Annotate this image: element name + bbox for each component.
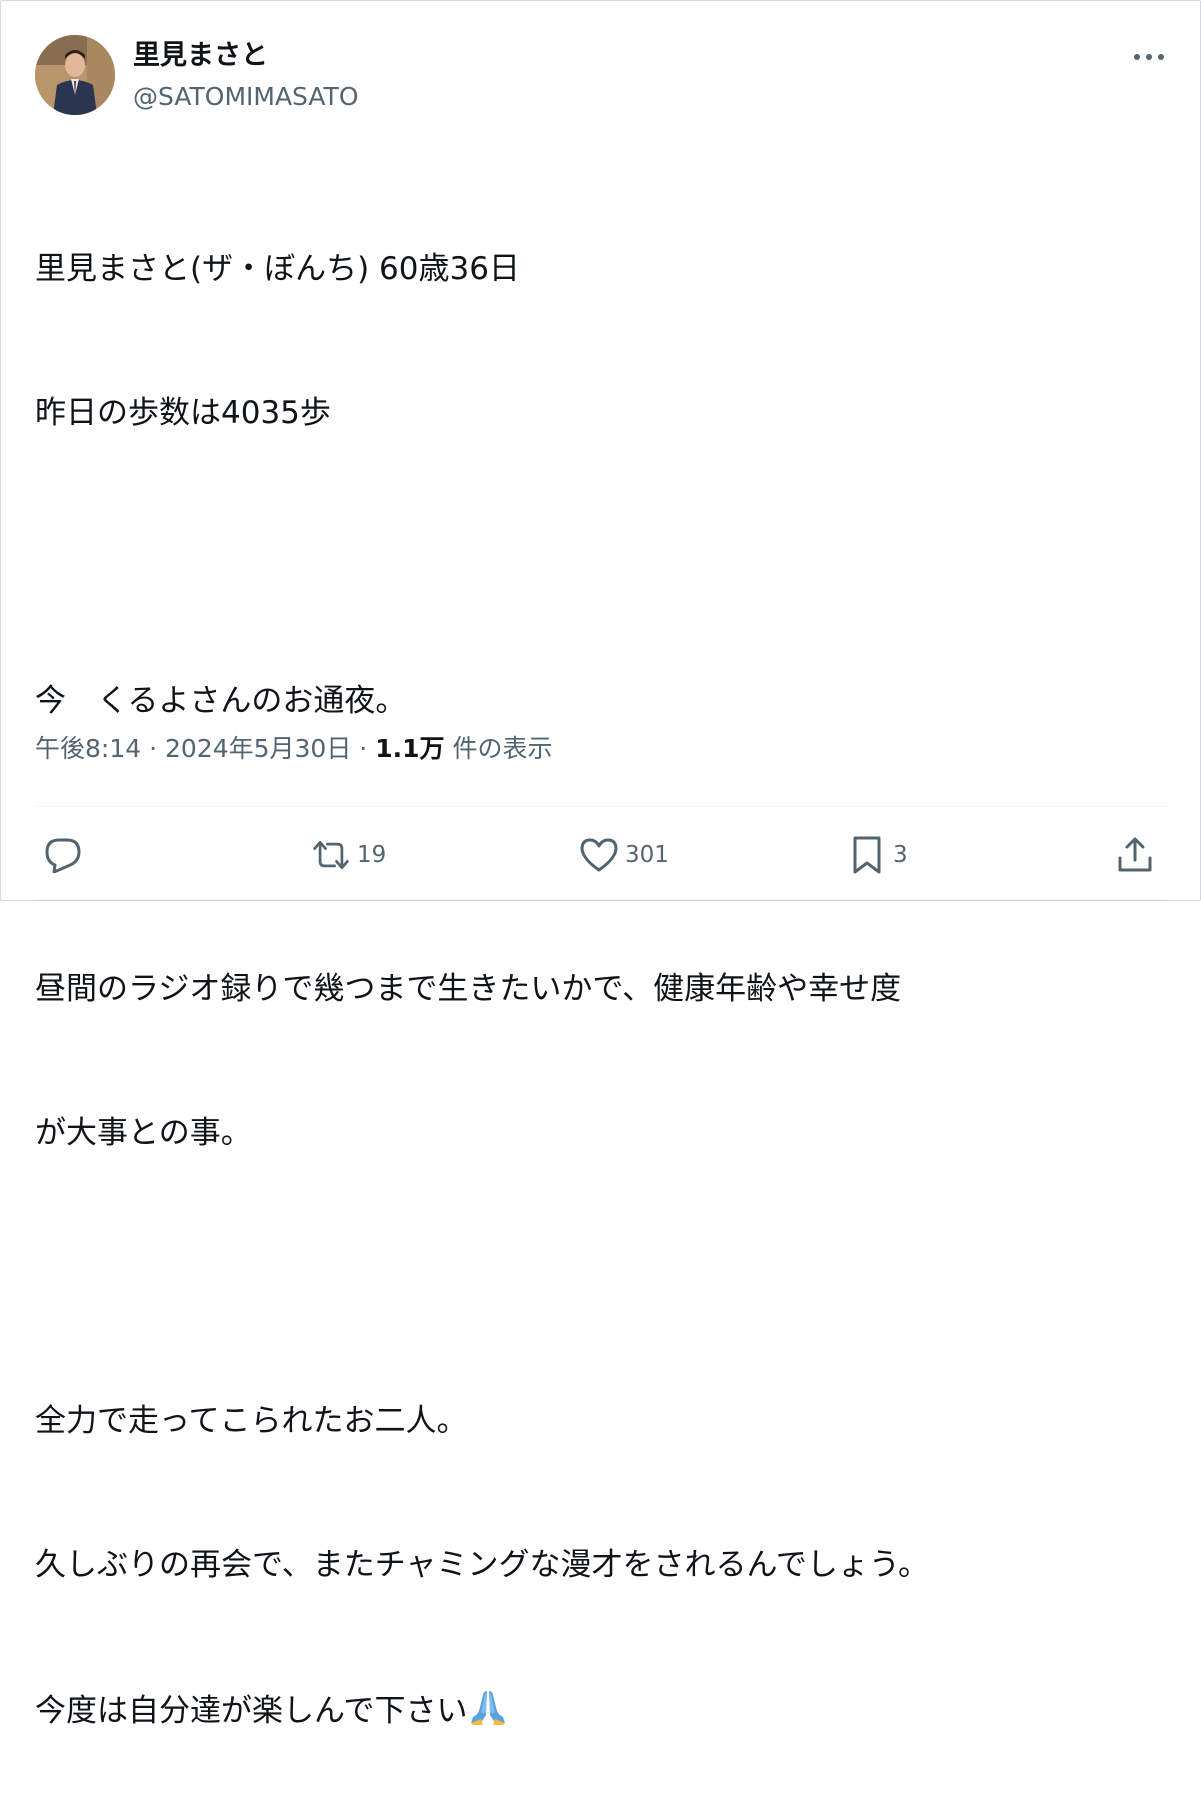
reply-icon (43, 835, 83, 875)
more-options-button[interactable] (1131, 43, 1167, 71)
post-line: が大事との事。 (35, 1115, 252, 1151)
post-line: 昨日の歩数は4035歩 (35, 395, 331, 431)
views-label: 件の表示 (452, 734, 553, 763)
like-count: 301 (625, 842, 669, 868)
meta-separator: · (359, 734, 368, 763)
retweet-count: 19 (357, 842, 387, 868)
avatar-photo (35, 35, 115, 115)
share-icon (1115, 835, 1155, 875)
action-bar: 19 301 3 (35, 827, 1167, 883)
post-header: 里見まさと @SATOMIMASATO (35, 35, 1167, 117)
folded-hands-emoji-icon (471, 1691, 506, 1725)
post-line-last: 今度は自分達が楽しんで下さい (35, 1685, 1165, 1735)
post-line: 昼間のラジオ録りで幾つまで生きたいかで、健康年齢や幸せ度 (35, 971, 902, 1007)
bookmark-icon (847, 835, 887, 875)
views-count: 1.1万 (375, 734, 445, 763)
share-button[interactable] (1115, 827, 1155, 883)
bookmark-count: 3 (893, 842, 908, 868)
meta-separator: · (149, 734, 158, 763)
post-date-link[interactable]: 2024年5月30日 (165, 734, 351, 763)
post-line: 今 くるよさんのお通夜。 (35, 683, 407, 719)
post-line: 里見まさと(ザ・ぼんち) 60歳36日 (35, 251, 520, 287)
divider (35, 899, 1167, 900)
author-handle[interactable]: @SATOMIMASATO (133, 81, 359, 113)
post-line-text: 今度は自分達が楽しんで下さい (35, 1693, 468, 1729)
divider (35, 806, 1167, 807)
post-line (35, 533, 1165, 581)
post-line: 全力で走ってこられたお二人。 (35, 1403, 468, 1439)
avatar[interactable] (35, 35, 115, 115)
post-card: 里見まさと @SATOMIMASATO 里見まさと(ザ・ぼんち) 60歳36日 … (0, 0, 1201, 1729)
post-meta: 午後8:14 · 2024年5月30日 · 1.1万 件の表示 (35, 731, 552, 767)
more-dots-icon (1134, 54, 1164, 60)
retweet-button[interactable]: 19 (311, 827, 386, 883)
reply-button[interactable] (43, 827, 89, 883)
heart-icon (579, 835, 619, 875)
post-line (35, 1253, 1165, 1301)
retweet-icon (311, 835, 351, 875)
post-line: 久しぶりの再会で、またチャミングな漫才をされるんでしょう。 (35, 1547, 930, 1583)
bookmark-button[interactable]: 3 (847, 827, 908, 883)
like-button[interactable]: 301 (579, 827, 669, 883)
post-time-link[interactable]: 午後8:14 (35, 734, 141, 763)
post-text: 里見まさと(ザ・ぼんち) 60歳36日 昨日の歩数は4035歩 今 くるよさんの… (35, 149, 1165, 1802)
author-name[interactable]: 里見まさと (133, 38, 268, 74)
